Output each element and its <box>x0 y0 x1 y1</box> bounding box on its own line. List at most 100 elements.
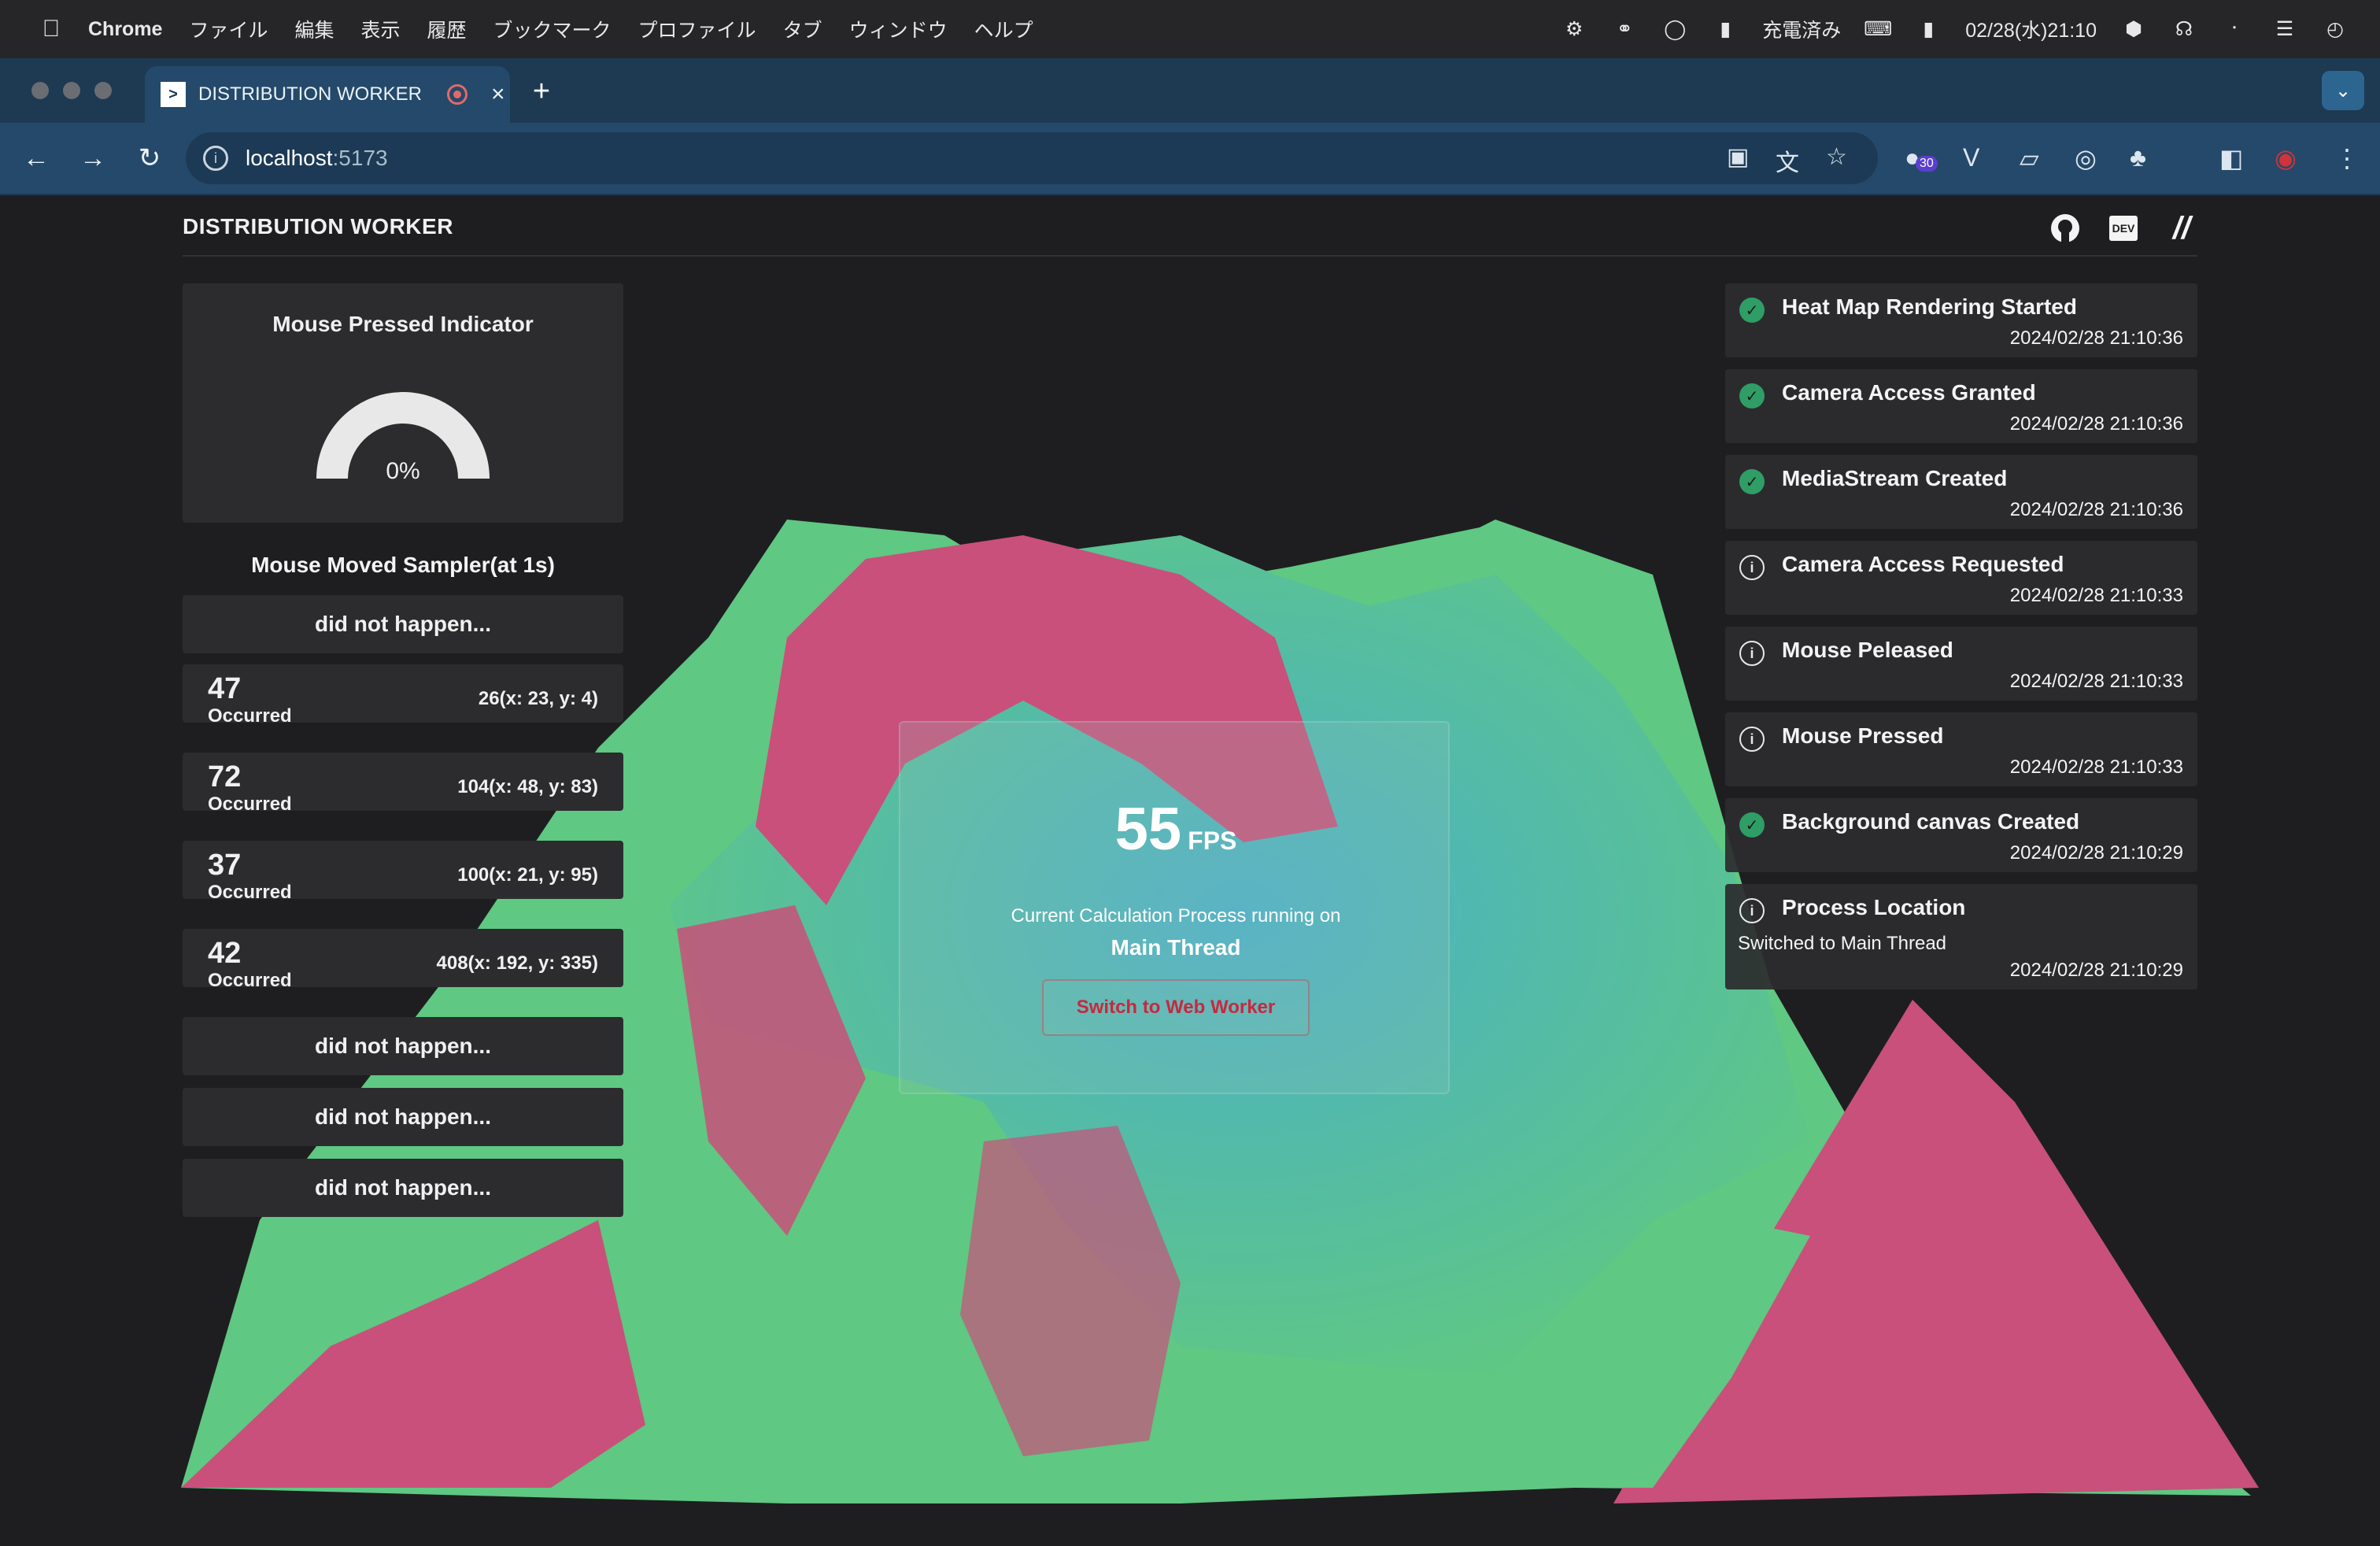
headphones-icon[interactable]: ☊ <box>2171 17 2197 41</box>
sampler-count: 42 <box>208 937 242 970</box>
dev-icon[interactable]: DEV <box>2105 209 2142 247</box>
menu-tab[interactable]: タブ <box>783 15 822 43</box>
menu-bookmarks[interactable]: ブックマーク <box>493 15 612 43</box>
dev-icon-label: DEV <box>2108 216 2138 241</box>
translate-icon[interactable]: 文 <box>1776 143 1799 178</box>
switch-to-web-worker-button[interactable]: Switch to Web Worker <box>1042 979 1310 1036</box>
menu-history[interactable]: 履歴 <box>427 15 467 43</box>
menu-window[interactable]: ウィンドウ <box>849 15 948 43</box>
camera-icon[interactable]: ▣ <box>1727 143 1749 171</box>
bookmark-star-icon[interactable]: ☆ <box>1826 143 1847 171</box>
github-icon[interactable] <box>2046 209 2084 247</box>
clock-icon[interactable]: ◴ <box>2322 17 2349 41</box>
extension-badge-icon[interactable]: ● 30 <box>1905 143 1938 172</box>
page-title: DISTRIBUTION WORKER <box>183 214 453 239</box>
menu-profiles[interactable]: プロファイル <box>638 15 756 43</box>
window-controls <box>31 82 112 99</box>
shield-icon[interactable]: ⬢ <box>2120 17 2147 41</box>
tab-search-button[interactable]: ⌄ <box>2322 71 2364 110</box>
notification-title: MediaStream Created <box>1782 466 2008 490</box>
notification-title: Background canvas Created <box>1782 809 2080 834</box>
check-circle-icon: ✓ <box>1739 383 1765 409</box>
tab-distribution-worker[interactable]: > DISTRIBUTION WORKER × <box>145 66 510 123</box>
menu-app-name[interactable]: Chrome <box>88 18 162 41</box>
close-window-button[interactable] <box>31 82 49 99</box>
battery-icon[interactable]: ▮ <box>1712 17 1739 41</box>
notification-time: 2024/02/28 21:10:29 <box>2009 842 2183 864</box>
minimize-window-button[interactable] <box>63 82 80 99</box>
apple-icon[interactable]:  <box>30 16 72 43</box>
sampler-row: 37 Occurred 100(x: 21, y: 95) <box>183 841 623 903</box>
zenn-icon[interactable]: // <box>2163 209 2201 247</box>
extension-badge-count: 30 <box>1916 156 1938 172</box>
sampler-value: 26(x: 23, y: 4) <box>478 688 598 709</box>
clipboard-icon[interactable]: ◯ <box>1661 17 1688 41</box>
close-tab-icon[interactable]: × <box>491 81 505 108</box>
check-circle-icon: ✓ <box>1739 469 1765 494</box>
notification-item: ✓ MediaStream Created 2024/02/28 21:10:3… <box>1725 455 2197 529</box>
zoom-window-button[interactable] <box>94 82 112 99</box>
creative-cloud-icon[interactable]: ⚭ <box>1611 17 1638 41</box>
notification-item: i Camera Access Requested 2024/02/28 21:… <box>1725 541 2197 615</box>
fps-value: 55 <box>1114 796 1182 863</box>
keyboard-icon[interactable]: ⌨ <box>1864 17 1892 41</box>
info-circle-icon: i <box>1739 555 1765 580</box>
sampler-count: 72 <box>208 760 242 793</box>
vue-devtools-icon[interactable]: V <box>1963 143 1979 172</box>
sampler-label: Occurred <box>208 705 292 727</box>
sampler-value: 408(x: 192, y: 335) <box>436 952 598 974</box>
sampler-count: 37 <box>208 849 242 882</box>
info-circle-icon: i <box>1739 727 1765 752</box>
notification-item: ✓ Heat Map Rendering Started 2024/02/28 … <box>1725 283 2197 357</box>
process-caption: Current Calculation Process running on <box>1011 905 1341 926</box>
back-icon[interactable]: ← <box>8 143 65 174</box>
status-app-icon[interactable]: ⚙ <box>1561 17 1587 41</box>
notification-time: 2024/02/28 21:10:36 <box>2009 413 2183 435</box>
notification-title: Process Location <box>1782 895 1966 919</box>
sampler-row: did not happen... <box>183 1159 623 1217</box>
menu-file[interactable]: ファイル <box>189 15 268 43</box>
sampler-row: 42 Occurred 408(x: 192, y: 335) <box>183 929 623 991</box>
target-extension-icon[interactable]: ◎ <box>2075 143 2097 173</box>
check-circle-icon: ✓ <box>1739 812 1765 838</box>
control-center-icon[interactable]: ☰ <box>2271 17 2298 41</box>
new-tab-button[interactable]: + <box>523 72 560 110</box>
notification-item: i Mouse Pressed 2024/02/28 21:10:33 <box>1725 712 2197 786</box>
sampler-row: did not happen... <box>183 595 623 653</box>
notification-item: ✓ Background canvas Created 2024/02/28 2… <box>1725 798 2197 872</box>
check-circle-icon: ✓ <box>1739 298 1765 323</box>
mouse-pressed-card: Mouse Pressed Indicator 0% <box>183 283 623 523</box>
notification-time: 2024/02/28 21:10:36 <box>2009 499 2183 520</box>
eraser-extension-icon[interactable]: ▱ <box>2020 143 2039 173</box>
site-info-icon[interactable]: i <box>203 146 228 171</box>
chrome-menu-icon[interactable]: ⋮ <box>2334 143 2360 173</box>
bluetooth-icon[interactable]: ᛫ <box>2221 17 2248 41</box>
address-bar[interactable]: i localhost:5173 ▣ 文 ☆ <box>186 132 1878 184</box>
menu-help[interactable]: ヘルプ <box>974 15 1033 43</box>
input-source-icon[interactable]: ▮ <box>1915 17 1942 41</box>
mouse-pressed-title: Mouse Pressed Indicator <box>272 312 534 336</box>
page-content: DISTRIBUTION WORKER DEV // Mouse Pressed… <box>0 197 2380 1546</box>
forward-icon[interactable]: → <box>65 143 121 174</box>
sampler-count: 47 <box>208 672 242 705</box>
side-panel-icon[interactable]: ◧ <box>2219 143 2243 173</box>
reload-icon[interactable]: ↻ <box>121 142 178 174</box>
sampler-label: Occurred <box>208 793 292 815</box>
fps-unit: FPS <box>1188 827 1237 855</box>
fps-panel: 55 FPS Current Calculation Process runnin… <box>899 721 1450 1094</box>
sampler-row: did not happen... <box>183 1017 623 1075</box>
process-thread: Main Thread <box>1111 935 1241 960</box>
extensions-puzzle-icon[interactable]: ♣ <box>2130 143 2146 172</box>
menu-edit[interactable]: 編集 <box>294 15 334 43</box>
url-port: :5173 <box>332 146 388 170</box>
profile-avatar[interactable]: ◉ <box>2275 143 2297 173</box>
notification-item: ✓ Camera Access Granted 2024/02/28 21:10… <box>1725 369 2197 443</box>
recording-icon <box>447 84 468 105</box>
sampler-label: Occurred <box>208 882 292 903</box>
notification-title: Mouse Pressed <box>1782 723 1944 748</box>
sampler-label: Occurred <box>208 970 292 991</box>
menu-clock[interactable]: 02/28(水)21:10 <box>1965 15 2097 43</box>
charge-status: 充電済み <box>1762 20 1842 42</box>
sampler-row: 72 Occurred 104(x: 48, y: 83) <box>183 753 623 815</box>
menu-view[interactable]: 表示 <box>361 15 401 43</box>
